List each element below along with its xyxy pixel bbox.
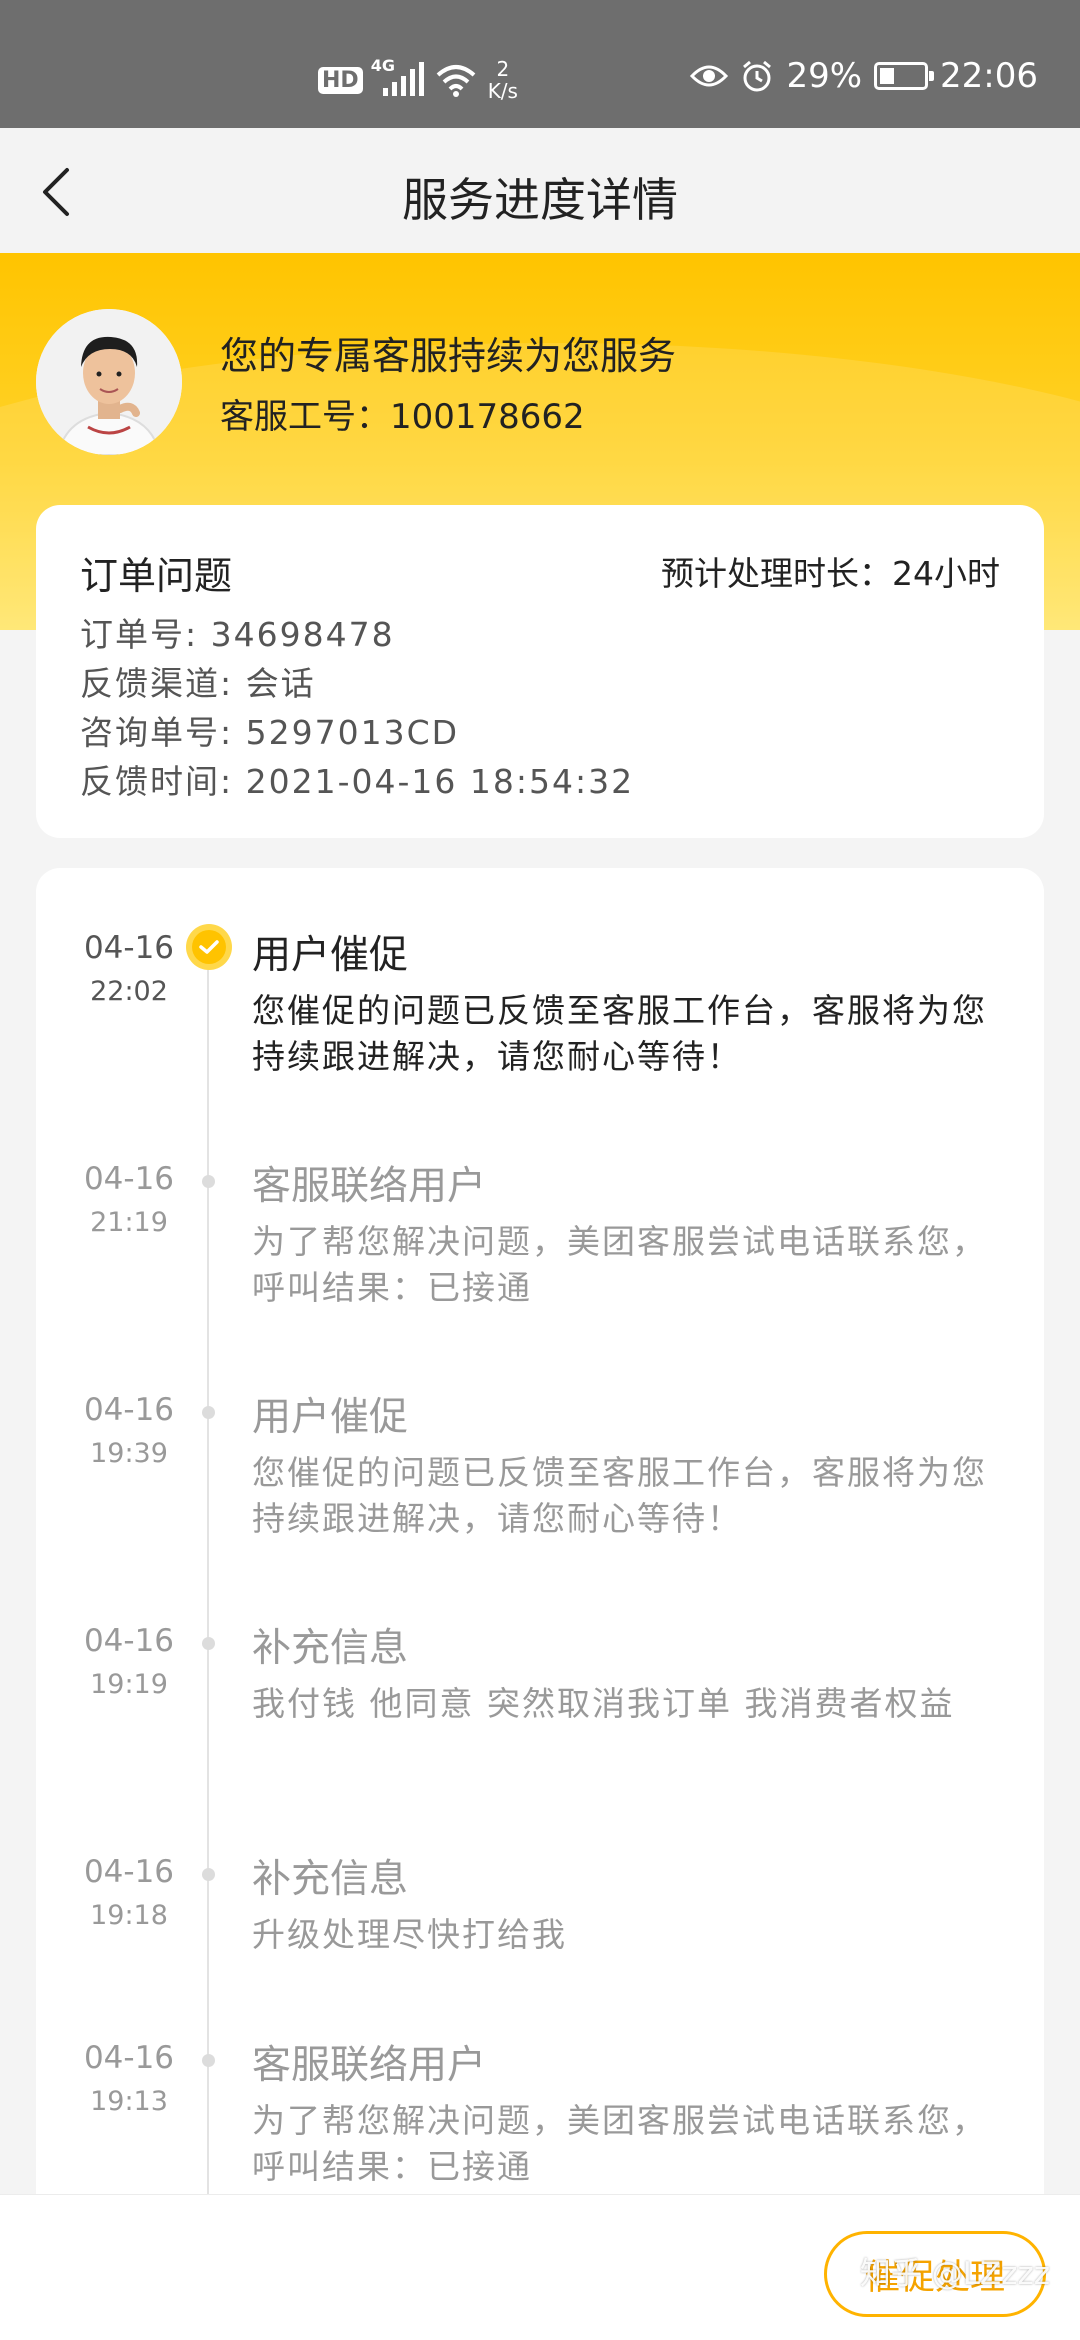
progress-timeline: 04-16 22:02 用户催促 您催促的问题已反馈至客服工作台，客服将为您持续… <box>36 868 1044 2340</box>
status-network-group: HD 4G 2 K/s <box>318 56 518 102</box>
entry-description: 您催促的问题已反馈至客服工作台，客服将为您持续跟进解决，请您耐心等待！ <box>252 1453 987 1538</box>
entry-date: 04-16 <box>83 1392 175 1428</box>
estimated-duration: 预计处理时长：24小时 <box>661 554 1000 593</box>
status-right-group: 29% 22:06 <box>690 56 1038 96</box>
network-speed-value: 2 <box>496 57 510 81</box>
entry-time: 19:18 <box>90 1900 168 1931</box>
entry-date: 04-16 <box>83 1623 175 1659</box>
entry-date: 04-16 <box>83 2040 175 2076</box>
battery-icon <box>874 62 935 90</box>
agent-portrait-icon <box>36 309 182 455</box>
timeline-dot-icon <box>202 1637 215 1650</box>
wifi-icon <box>436 65 476 97</box>
entry-title: 用户催促 <box>252 1395 409 1440</box>
watermark: 知乎 @LZzzz <box>859 2256 1050 2292</box>
entry-date: 04-16 <box>83 930 175 966</box>
feedback-channel: 反馈渠道: 会话 <box>80 664 316 703</box>
alarm-icon <box>743 60 772 92</box>
network-type-label: 4G <box>370 56 395 75</box>
entry-title: 客服联络用户 <box>252 2043 487 2088</box>
entry-date: 04-16 <box>83 1854 175 1890</box>
agent-avatar <box>36 309 182 455</box>
clock: 22:06 <box>940 56 1038 96</box>
order-info-card: 订单问题 预计处理时长：24小时 订单号: 34698478 反馈渠道: 会话 … <box>36 505 1044 838</box>
check-circle-icon <box>186 924 232 970</box>
agent-title: 您的专属客服持续为您服务 <box>220 334 677 378</box>
signal-icon: 4G <box>371 56 424 96</box>
nav-bar: 服务进度详情 <box>0 128 1080 253</box>
order-info-list: 订单号: 34698478 反馈渠道: 会话 咨询单号: 5297013CD 反… <box>80 610 634 806</box>
status-bar: HD 4G 2 K/s 29% 22:06 <box>0 0 1080 128</box>
network-speed-unit: K/s <box>487 79 518 103</box>
entry-date: 04-16 <box>83 1161 175 1197</box>
agent-id: 客服工号：100178662 <box>220 397 585 437</box>
network-speed: 2 K/s <box>488 58 518 102</box>
entry-time: 21:19 <box>90 1207 168 1238</box>
entry-title: 用户催促 <box>252 933 409 978</box>
entry-title: 补充信息 <box>252 1626 409 1671</box>
entry-title: 补充信息 <box>252 1857 409 1902</box>
entry-description: 我付钱 他同意 突然取消我订单 我消费者权益 <box>252 1684 955 1723</box>
feedback-time: 反馈时间: 2021-04-16 18:54:32 <box>80 762 635 801</box>
entry-time: 19:39 <box>90 1438 168 1469</box>
battery-percent: 29% <box>786 56 863 96</box>
timeline-dot-icon <box>202 1175 215 1188</box>
hd-badge: HD <box>318 66 363 94</box>
entry-description: 升级处理尽快打给我 <box>252 1915 567 1954</box>
eye-icon <box>690 65 729 87</box>
battery-fill <box>880 68 894 84</box>
page-title: 服务进度详情 <box>402 173 678 227</box>
entry-time: 19:19 <box>90 1669 168 1700</box>
entry-time: 19:13 <box>90 2086 168 2117</box>
entry-title: 客服联络用户 <box>252 1164 487 1209</box>
order-number: 订单号: 34698478 <box>80 615 395 654</box>
timeline-dot-icon <box>202 1406 215 1419</box>
entry-description: 为了帮您解决问题，美团客服尝试电话联系您，呼叫结果：已接通 <box>252 2101 987 2186</box>
entry-time: 22:02 <box>90 976 168 1007</box>
entry-description: 为了帮您解决问题，美团客服尝试电话联系您，呼叫结果：已接通 <box>252 1222 987 1307</box>
order-issue-title: 订单问题 <box>80 554 233 598</box>
timeline-dot-icon <box>202 1868 215 1881</box>
entry-description: 您催促的问题已反馈至客服工作台，客服将为您持续跟进解决，请您耐心等待！ <box>252 991 987 1076</box>
inquiry-number: 咨询单号: 5297013CD <box>80 713 460 752</box>
timeline-dot-icon <box>202 2054 215 2067</box>
